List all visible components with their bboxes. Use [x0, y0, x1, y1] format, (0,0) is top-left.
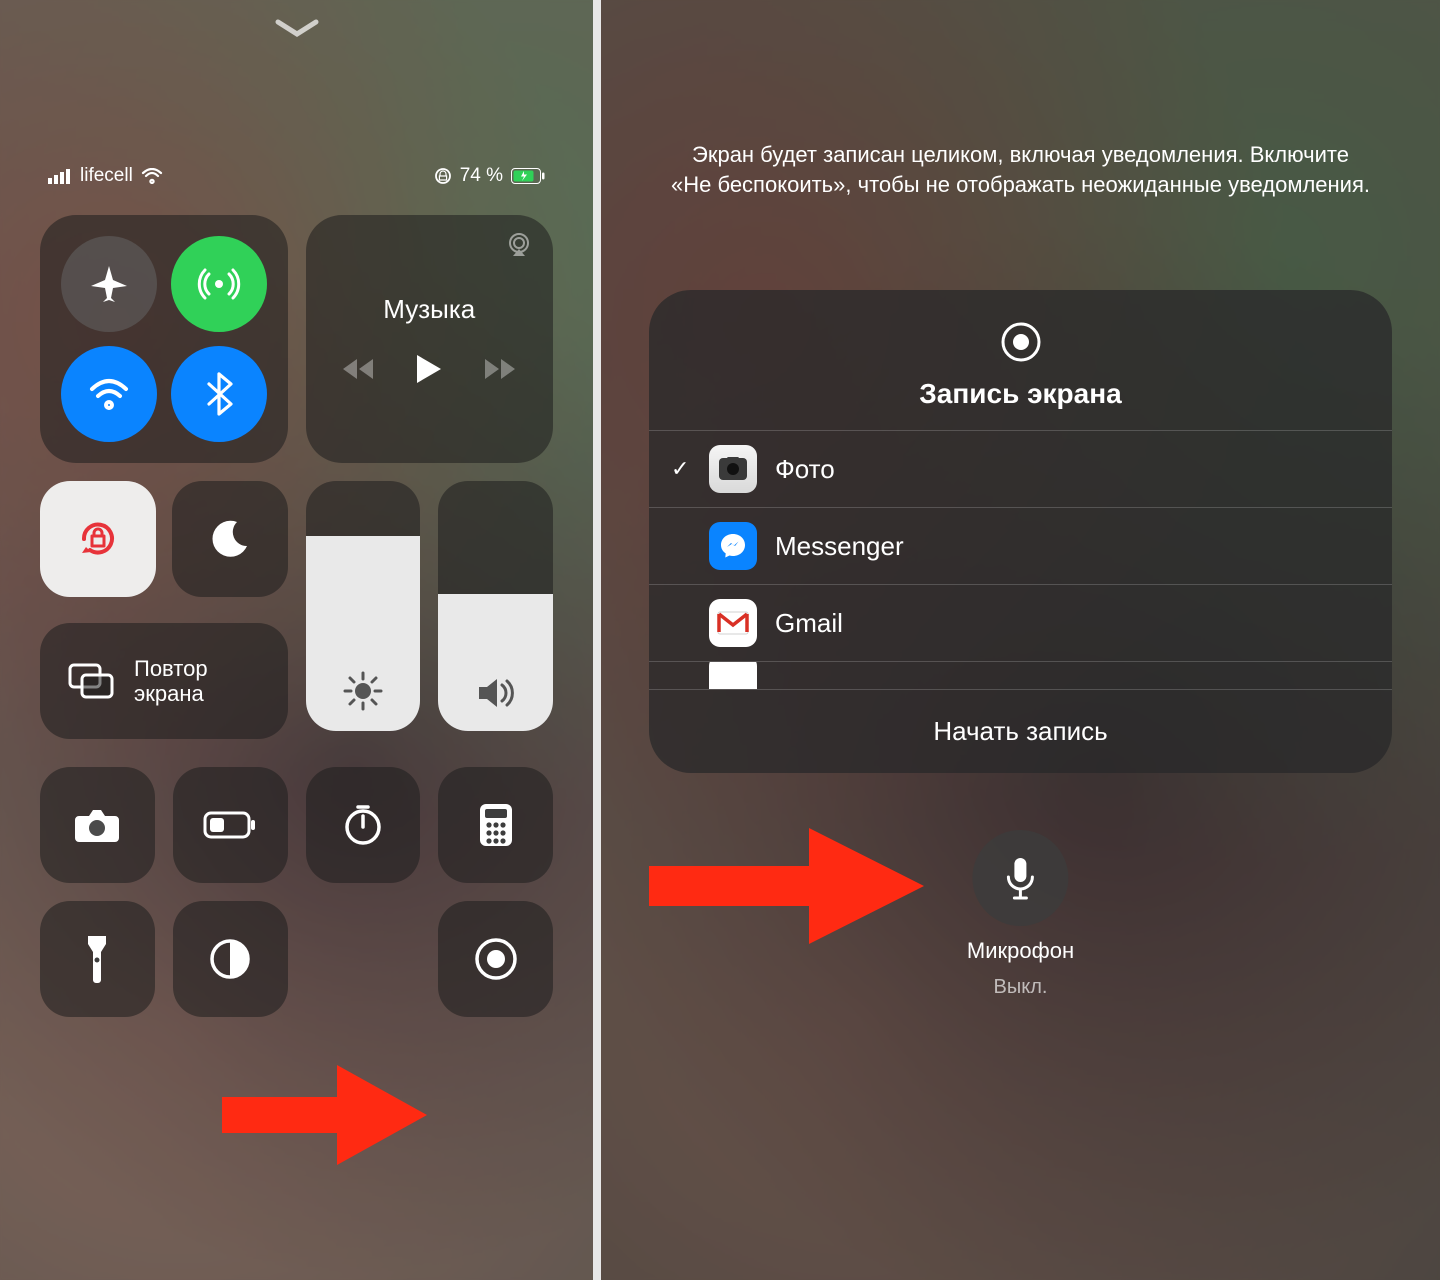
signal-icon	[48, 168, 72, 184]
battery-icon	[511, 168, 545, 184]
volume-slider[interactable]	[438, 481, 553, 731]
destination-row-more[interactable]	[649, 661, 1392, 689]
flashlight-tile[interactable]	[40, 901, 155, 1017]
music-panel[interactable]: Музыка	[306, 215, 554, 463]
microphone-icon	[1003, 855, 1037, 901]
screen-record-modal-screenshot: Экран будет записан целиком, включая уве…	[601, 0, 1440, 1280]
destination-row-photo[interactable]: ✓ Фото	[649, 430, 1392, 507]
screen-record-icon	[473, 936, 519, 982]
airplane-icon	[87, 262, 131, 306]
low-power-tile[interactable]	[173, 767, 288, 883]
connectivity-panel[interactable]	[40, 215, 288, 463]
chevron-down-icon[interactable]	[274, 18, 320, 42]
timer-tile[interactable]	[306, 767, 421, 883]
destination-label: Messenger	[775, 531, 904, 562]
calculator-tile[interactable]	[438, 767, 553, 883]
orientation-lock-icon	[74, 515, 122, 563]
recording-info-text: Экран будет записан целиком, включая уве…	[671, 140, 1370, 199]
microphone-state: Выкл.	[994, 976, 1048, 999]
brightness-icon	[343, 671, 383, 711]
start-recording-button[interactable]: Начать запись	[649, 689, 1392, 773]
calculator-icon	[478, 802, 514, 848]
music-title: Музыка	[383, 294, 475, 325]
carrier-label: lifecell	[80, 165, 133, 187]
volume-icon	[475, 675, 517, 711]
low-power-icon	[203, 811, 257, 839]
microphone-label: Микрофон	[967, 938, 1074, 964]
dark-mode-tile[interactable]	[173, 901, 288, 1017]
rewind-button[interactable]	[341, 357, 375, 381]
control-center-screenshot: lifecell 74 %	[0, 0, 593, 1280]
airplay-icon[interactable]	[505, 231, 533, 259]
camera-tile[interactable]	[40, 767, 155, 883]
airplane-mode-toggle[interactable]	[61, 236, 157, 332]
bluetooth-toggle[interactable]	[171, 346, 267, 442]
destination-row-messenger[interactable]: Messenger	[649, 507, 1392, 584]
bluetooth-icon	[205, 372, 233, 416]
messenger-app-icon	[709, 522, 757, 570]
screen-record-tile[interactable]	[438, 901, 553, 1017]
check-icon: ✓	[671, 456, 689, 482]
cellular-data-toggle[interactable]	[171, 236, 267, 332]
arrow-annotation-icon	[649, 820, 929, 950]
destination-label: Фото	[775, 454, 835, 485]
app-icon	[709, 661, 757, 689]
forward-button[interactable]	[483, 357, 517, 381]
destination-list: ✓ Фото Messenger Gmail	[649, 430, 1392, 689]
cellular-icon	[197, 262, 241, 306]
destination-label: Gmail	[775, 608, 843, 639]
photos-app-icon	[709, 445, 757, 493]
screen-record-modal: Запись экрана ✓ Фото Messenger	[649, 290, 1392, 773]
screen-mirroring-label: Повтор экрана	[134, 656, 208, 707]
dark-mode-icon	[208, 937, 252, 981]
dnd-moon-icon	[209, 518, 251, 560]
wifi-icon	[86, 376, 132, 412]
gmail-app-icon	[709, 599, 757, 647]
play-button[interactable]	[415, 353, 443, 385]
brightness-slider[interactable]	[306, 481, 421, 731]
screen-record-icon	[999, 320, 1043, 364]
timer-icon	[341, 803, 385, 847]
status-bar: lifecell 74 %	[48, 165, 545, 187]
battery-pct: 74 %	[460, 165, 503, 187]
destination-row-gmail[interactable]: Gmail	[649, 584, 1392, 661]
screen-mirror-icon	[66, 661, 116, 701]
orientation-lock-status-icon	[434, 167, 452, 185]
modal-title: Запись экрана	[919, 378, 1121, 410]
wifi-toggle[interactable]	[61, 346, 157, 442]
arrow-annotation-icon	[222, 1055, 432, 1175]
flashlight-icon	[84, 934, 110, 984]
camera-icon	[73, 806, 121, 844]
screen-mirroring-tile[interactable]: Повтор экрана	[40, 623, 288, 739]
do-not-disturb-tile[interactable]	[172, 481, 288, 597]
orientation-lock-tile[interactable]	[40, 481, 156, 597]
microphone-toggle[interactable]	[972, 830, 1068, 926]
wifi-status-icon	[141, 168, 163, 184]
